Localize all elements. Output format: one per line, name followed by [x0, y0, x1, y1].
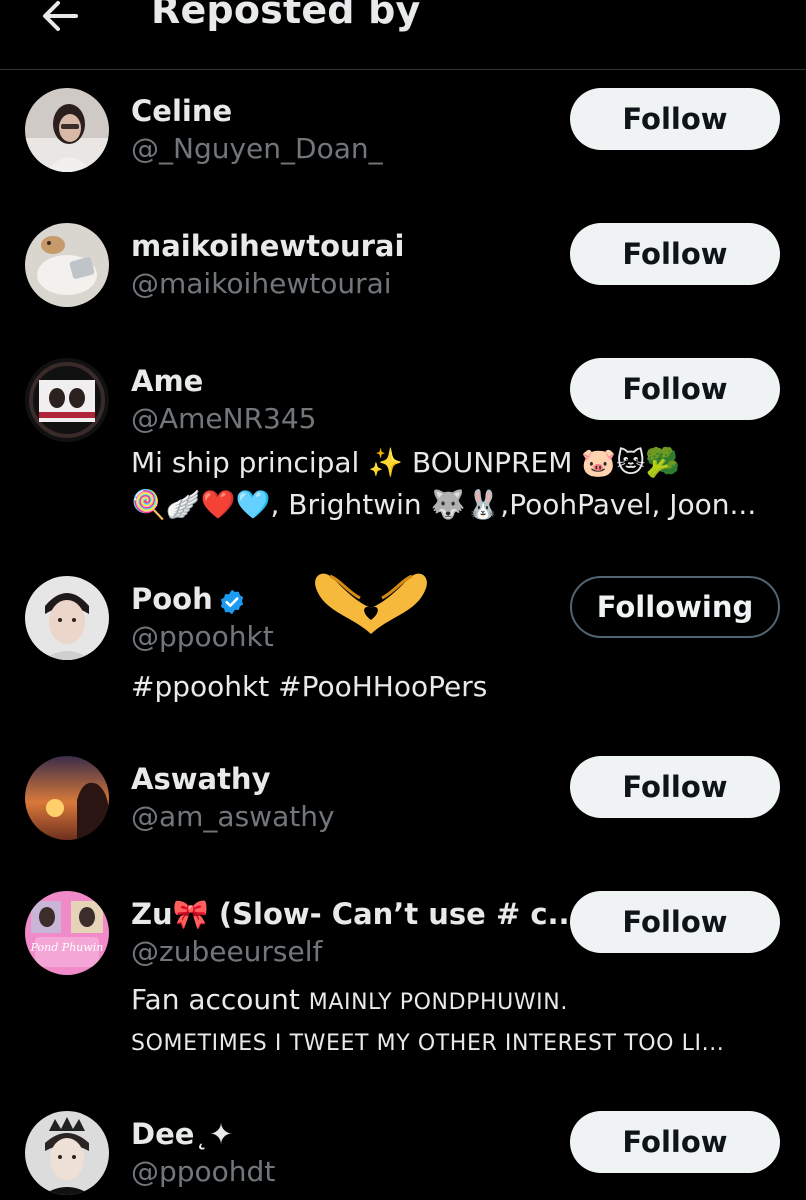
user-handle[interactable]: @am_aswathy	[131, 800, 335, 833]
user-handle[interactable]: @maikoihewtourai	[131, 267, 392, 300]
display-name[interactable]: Celine	[131, 94, 232, 128]
avatar[interactable]	[25, 88, 109, 172]
avatar[interactable]	[25, 576, 109, 660]
avatar[interactable]	[25, 1111, 109, 1195]
user-handle[interactable]: @zubeeurself	[131, 935, 322, 968]
bio-text: Fan account	[131, 983, 309, 1016]
user-row[interactable]: Pond Phuwin Zu🎀 (Slow- Can’t use # c... …	[0, 891, 806, 1111]
avatar[interactable]	[25, 223, 109, 307]
display-name[interactable]: maikoihewtourai	[131, 229, 404, 263]
page-title: Reposted by	[151, 0, 421, 32]
follow-button[interactable]: Follow	[570, 358, 780, 420]
follow-button[interactable]: Follow	[570, 88, 780, 150]
avatar[interactable]	[25, 358, 109, 442]
display-name[interactable]: Aswathy	[131, 762, 270, 796]
display-name[interactable]: Zu🎀 (Slow- Can’t use # c...	[131, 897, 581, 932]
heart-hands-icon	[315, 573, 427, 634]
user-row[interactable]: Pooh @ppoohkt #ppoohkt #PooHHooPers Foll…	[0, 573, 806, 756]
user-bio-line: 🍭🪽❤️🩵, Brightwin 🐺🐰,PoohPavel, Joon...	[131, 488, 757, 521]
user-handle[interactable]: @ppoohdt	[131, 1155, 275, 1188]
user-row[interactable]: maikoihewtourai @maikoihewtourai Follow	[0, 223, 806, 358]
user-bio-line: Fan account MAINLY PONDPHUWIN.	[131, 983, 568, 1016]
following-button[interactable]: Following	[570, 576, 780, 638]
bio-text-smallcaps: MAINLY PONDPHUWIN.	[308, 990, 568, 1015]
follow-button[interactable]: Follow	[570, 756, 780, 818]
user-row[interactable]: Ame @AmeNR345 Mi ship principal ✨ BOUNPR…	[0, 358, 806, 576]
name-decoration: ˛✦	[194, 1117, 234, 1151]
display-name[interactable]: Ame	[131, 364, 203, 398]
user-handle[interactable]: @_Nguyen_Doan_	[131, 132, 383, 165]
display-name[interactable]: Pooh	[131, 582, 213, 616]
top-bar: Reposted by	[0, 0, 806, 70]
back-button[interactable]	[38, 0, 82, 38]
user-bio-line: Mi ship principal ✨ BOUNPREM 🐷🐱🥦	[131, 446, 681, 479]
display-name[interactable]: Dee˛✦	[131, 1117, 233, 1151]
verified-badge-icon	[220, 589, 244, 615]
avatar[interactable]: Pond Phuwin	[25, 891, 109, 975]
avatar[interactable]	[25, 756, 109, 840]
display-name-text: Dee	[131, 1117, 195, 1151]
user-row[interactable]: Celine @_Nguyen_Doan_ Follow	[0, 88, 806, 223]
follow-button[interactable]: Follow	[570, 891, 780, 953]
user-row[interactable]: Dee˛✦ @ppoohdt Follow	[0, 1111, 806, 1200]
user-bio-line: #ppoohkt #PooHHooPers	[131, 670, 488, 703]
user-row[interactable]: Aswathy @am_aswathy Follow	[0, 756, 806, 891]
follow-button[interactable]: Follow	[570, 223, 780, 285]
follow-button[interactable]: Follow	[570, 1111, 780, 1173]
user-handle[interactable]: @ppoohkt	[131, 620, 274, 653]
user-handle[interactable]: @AmeNR345	[131, 402, 317, 435]
avatar-label: Pond Phuwin	[30, 941, 104, 954]
user-bio-line: SOMETIMES I TWEET MY OTHER INTEREST TOO …	[131, 1031, 725, 1056]
arrow-left-icon	[43, 1, 78, 31]
